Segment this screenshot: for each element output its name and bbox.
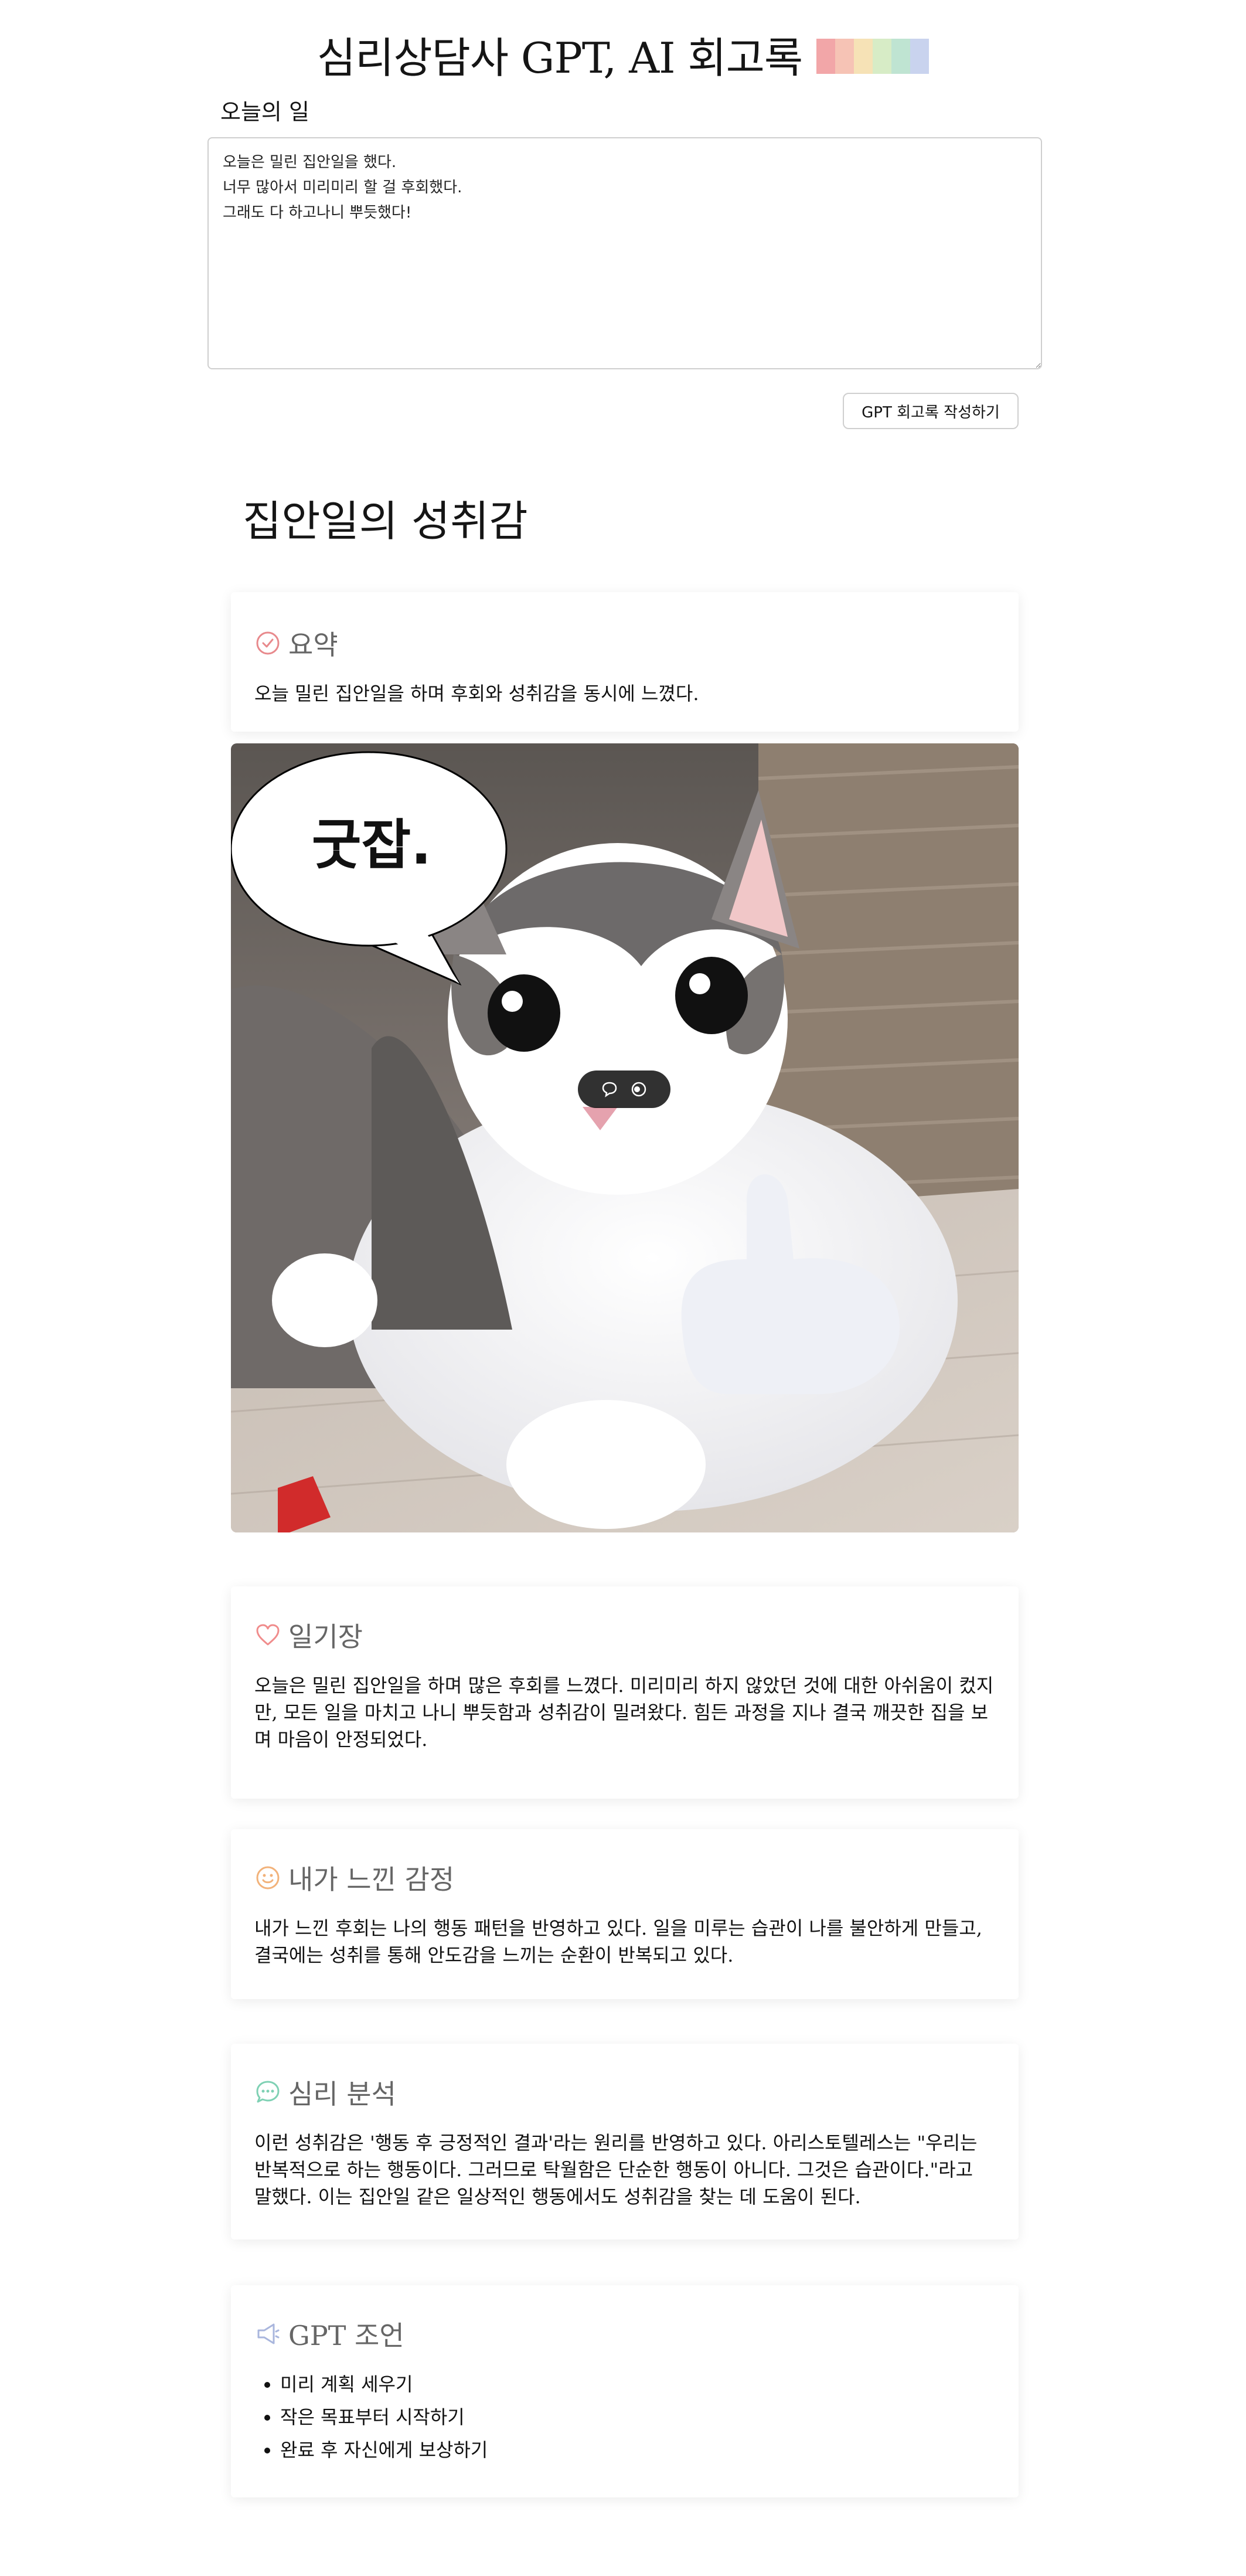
diary-header: 일기장 [254, 1616, 995, 1654]
palette-swatch [873, 38, 892, 74]
heart-icon [254, 1622, 281, 1649]
advice-title: GPT 조언 [288, 2320, 404, 2351]
speech-bubble-text: 굿잡. [312, 814, 431, 876]
diary-title: 일기장 [288, 1621, 363, 1653]
chat-dots-icon [254, 2079, 281, 2106]
image-toolbar [578, 1070, 670, 1108]
advice-card: GPT 조언 미리 계획 세우기 작은 목표부터 시작하기 완료 후 자신에게 … [231, 2285, 1019, 2497]
diary-text: 오늘은 밀린 집안일을 하며 많은 후회를 느꼈다. 미리미리 하지 않았던 것… [254, 1674, 994, 1751]
advice-item: 완료 후 자신에게 보상하기 [280, 2436, 995, 2463]
check-circle-icon [254, 630, 281, 657]
summary-title: 요약 [288, 629, 338, 661]
analysis-title: 심리 분석 [288, 2078, 396, 2110]
color-palette [816, 38, 930, 74]
emotion-title: 내가 느낀 감정 [288, 1864, 455, 1895]
megaphone-icon [254, 2320, 281, 2347]
palette-swatch [854, 38, 873, 74]
advice-header: GPT 조언 [254, 2315, 995, 2353]
advice-list: 미리 계획 세우기 작은 목표부터 시작하기 완료 후 자신에게 보상하기 [254, 2371, 995, 2463]
today-label: 오늘의 일 [220, 99, 309, 125]
speech-bubble-icon[interactable] [600, 1079, 619, 1099]
generate-retrospective-button[interactable]: GPT 회고록 작성하기 [843, 393, 1019, 429]
palette-swatch [835, 38, 855, 74]
diary-card: 일기장 오늘은 밀린 집안일을 하며 많은 후회를 느꼈다. 미리미리 하지 않… [231, 1586, 1019, 1799]
analysis-text: 이런 성취감은 '행동 후 긍정적인 결과'라는 원리를 반영하고 있다. 아리… [254, 2132, 978, 2208]
emotion-card: 내가 느낀 감정 내가 느낀 후회는 나의 행동 패턴을 반영하고 있다. 일을… [231, 1829, 1019, 1999]
palette-swatch [816, 38, 836, 74]
toggle-icon[interactable] [629, 1079, 649, 1099]
advice-item: 미리 계획 세우기 [280, 2371, 995, 2398]
app-header: 심리상담사 GPT, AI 회고록 [0, 23, 1246, 85]
palette-swatch [891, 38, 911, 74]
summary-card: 요약 오늘 밀린 집안일을 하며 후회와 성취감을 동시에 느꼈다. [231, 592, 1019, 732]
analysis-header: 심리 분석 [254, 2073, 995, 2112]
emotion-text: 내가 느낀 후회는 나의 행동 패턴을 반영하고 있다. 일을 미루는 습관이 … [254, 1917, 982, 1966]
summary-header: 요약 [254, 624, 995, 662]
advice-item: 작은 목표부터 시작하기 [280, 2404, 995, 2431]
cat-thumbs-up-image: 굿잡. [231, 743, 1019, 1532]
emotion-header: 내가 느낀 감정 [254, 1858, 995, 1897]
analysis-card: 심리 분석 이런 성취감은 '행동 후 긍정적인 결과'라는 원리를 반영하고 … [231, 2044, 1019, 2239]
palette-swatch [910, 38, 930, 74]
smile-icon [254, 1864, 281, 1891]
summary-text: 오늘 밀린 집안일을 하며 후회와 성취감을 동시에 느꼈다. [254, 682, 699, 705]
result-title: 집안일의 성취감 [243, 497, 528, 546]
page-title: 심리상담사 GPT, AI 회고록 [316, 33, 803, 83]
today-diary-input[interactable] [207, 137, 1042, 369]
